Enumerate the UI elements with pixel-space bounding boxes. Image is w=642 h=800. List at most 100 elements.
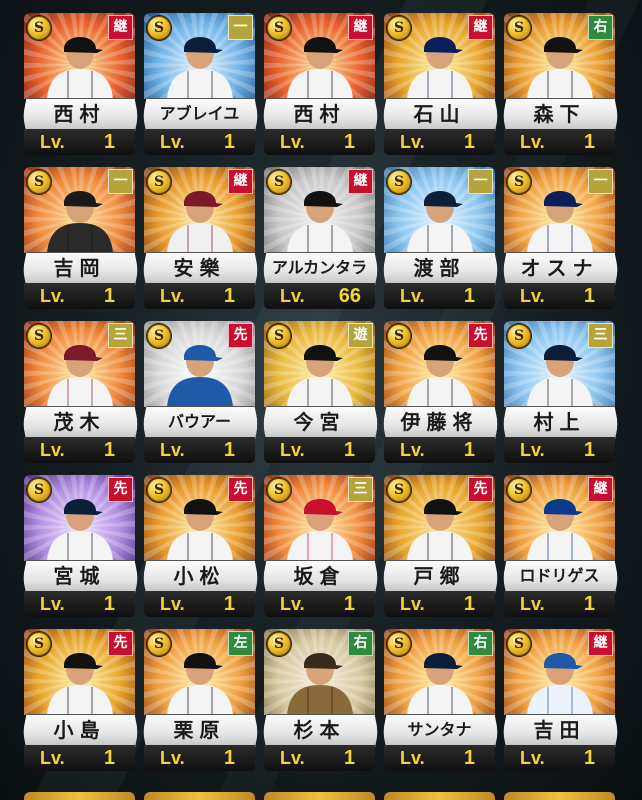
level-value: 1	[103, 593, 115, 615]
player-card[interactable]: S 継 西村 Lv. 1	[263, 13, 378, 155]
level-value: 1	[583, 593, 595, 615]
level-label: Lv.	[280, 440, 305, 460]
player-name: 戸郷	[413, 564, 466, 588]
coin-icon: S	[147, 478, 171, 502]
level-label: Lv.	[280, 286, 305, 306]
position-badge: 先	[468, 477, 493, 502]
coin-icon: S	[507, 170, 531, 194]
player-card[interactable]: S 一 吉岡 Lv. 1	[23, 167, 138, 309]
player-card[interactable]: S 先 バウアー Lv. 1	[143, 321, 258, 463]
player-name: 宮城	[53, 564, 106, 588]
level-bar: Lv. 1	[264, 437, 375, 463]
level-label: Lv.	[280, 132, 305, 152]
level-value: 1	[223, 285, 235, 307]
player-card[interactable]: S 継 西村 Lv. 1	[23, 13, 138, 155]
level-bar: Lv. 1	[384, 591, 495, 617]
player-card[interactable]: S 継 ロドリゲス Lv. 1	[503, 475, 618, 617]
level-label: Lv.	[40, 440, 65, 460]
level-value: 1	[583, 285, 595, 307]
player-card[interactable]: S 一 アブレイユ Lv. 1	[143, 13, 258, 155]
player-card[interactable]: S 三 茂木 Lv. 1	[23, 321, 138, 463]
player-name: オスナ	[520, 256, 599, 280]
player-card[interactable]: S 先 戸郷 Lv. 1	[383, 475, 498, 617]
player-card[interactable]: S 左 栗原 Lv. 1	[143, 629, 258, 771]
level-bar: Lv. 1	[384, 283, 495, 309]
coin-icon: S	[147, 16, 171, 40]
level-bar: Lv. 1	[144, 283, 255, 309]
level-label: Lv.	[40, 748, 65, 768]
level-value: 1	[463, 747, 475, 769]
player-card[interactable]: S 一 渡部 Lv. 1	[383, 167, 498, 309]
player-name: 石山	[413, 102, 466, 126]
coin-icon: S	[267, 170, 291, 194]
coin-icon: S	[267, 324, 291, 348]
player-name: サンタナ	[407, 720, 472, 739]
player-card[interactable]: S 継 吉田 Lv. 1	[503, 629, 618, 771]
player-card[interactable]: S 継 アルカンタラ Lv. 66	[263, 167, 378, 309]
level-value: 1	[583, 439, 595, 461]
player-name: 栗原	[173, 718, 226, 742]
player-card[interactable]: S 三 村上 Lv. 1	[503, 321, 618, 463]
position-badge: 先	[228, 477, 253, 502]
position-badge: 継	[468, 15, 493, 40]
level-label: Lv.	[280, 594, 305, 614]
position-badge: 継	[588, 631, 613, 656]
level-bar: Lv. 1	[384, 129, 495, 155]
position-badge: 左	[228, 631, 253, 656]
player-card[interactable]: S 右 杉本 Lv. 1	[263, 629, 378, 771]
level-value: 1	[223, 131, 235, 153]
player-card[interactable]: S 先 小島 Lv. 1	[23, 629, 138, 771]
player-card[interactable]: S 右 森下 Lv. 1	[503, 13, 618, 155]
player-card[interactable]: S 先 宮城 Lv. 1	[23, 475, 138, 617]
player-card[interactable]: S 一 オスナ Lv. 1	[503, 167, 618, 309]
coin-icon: S	[507, 16, 531, 40]
player-name: 安樂	[173, 256, 226, 280]
player-card[interactable]: S 右 サンタナ Lv. 1	[383, 629, 498, 771]
player-card[interactable]: S 先 小松 Lv. 1	[143, 475, 258, 617]
player-card[interactable]: S 先 伊藤将 Lv. 1	[383, 321, 498, 463]
level-label: Lv.	[520, 440, 545, 460]
player-name: 茂木	[53, 410, 106, 434]
level-bar: Lv. 1	[504, 129, 615, 155]
position-badge: 一	[468, 169, 493, 194]
position-badge: 継	[348, 15, 373, 40]
player-name: 小島	[53, 718, 106, 742]
player-name: アルカンタラ	[271, 258, 368, 277]
player-name: ロドリゲス	[519, 566, 600, 585]
level-bar: Lv. 1	[264, 591, 375, 617]
level-bar: Lv. 1	[144, 129, 255, 155]
level-value: 1	[583, 131, 595, 153]
player-name: 小松	[173, 564, 226, 588]
player-card[interactable]: S 三 坂倉 Lv. 1	[263, 475, 378, 617]
level-label: Lv.	[280, 748, 305, 768]
coin-icon: S	[507, 632, 531, 656]
level-bar: Lv. 1	[144, 437, 255, 463]
level-label: Lv.	[520, 286, 545, 306]
player-name: 伊藤将	[400, 410, 479, 434]
player-card-grid: S 継 西村 Lv. 1 S 一 アブレイユ Lv. 1 S 継 西村 Lv. …	[23, 13, 618, 771]
level-bar: Lv. 1	[144, 591, 255, 617]
coin-icon: S	[267, 16, 291, 40]
partial-card	[264, 792, 375, 800]
level-bar: Lv. 1	[384, 437, 495, 463]
level-value: 1	[343, 131, 355, 153]
level-label: Lv.	[160, 132, 185, 152]
coin-icon: S	[267, 632, 291, 656]
level-bar: Lv. 1	[24, 745, 135, 771]
level-label: Lv.	[400, 594, 425, 614]
level-label: Lv.	[400, 748, 425, 768]
player-name: 渡部	[413, 256, 466, 280]
coin-icon: S	[387, 632, 411, 656]
level-value: 1	[103, 747, 115, 769]
player-name: バウアー	[167, 412, 232, 431]
position-badge: 一	[228, 15, 253, 40]
partial-card	[24, 792, 135, 800]
level-value: 1	[103, 285, 115, 307]
position-badge: 三	[588, 323, 613, 348]
player-card[interactable]: S 継 安樂 Lv. 1	[143, 167, 258, 309]
coin-icon: S	[507, 478, 531, 502]
player-name: 今宮	[293, 410, 346, 434]
player-card[interactable]: S 遊 今宮 Lv. 1	[263, 321, 378, 463]
coin-icon: S	[27, 170, 51, 194]
player-card[interactable]: S 継 石山 Lv. 1	[383, 13, 498, 155]
